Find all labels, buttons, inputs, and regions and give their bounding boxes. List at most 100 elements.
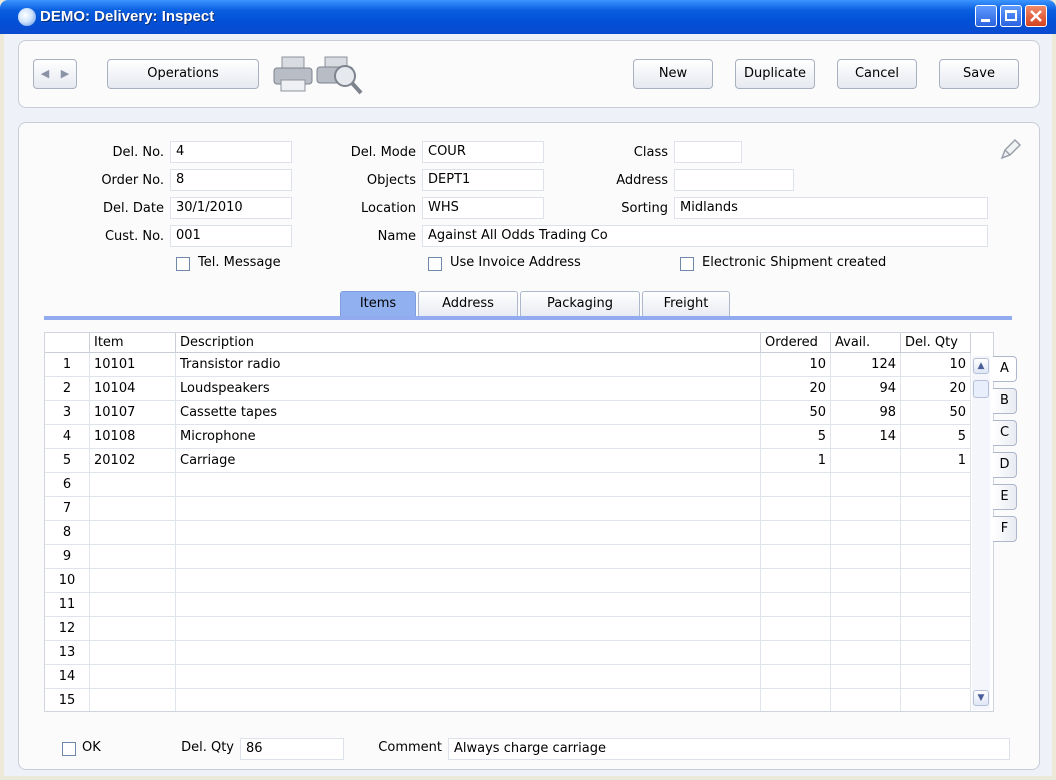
cell-ordered[interactable]: 5	[761, 425, 831, 449]
cust-no-field[interactable]: 001	[170, 225, 292, 247]
cell-item[interactable]: 10108	[90, 425, 176, 449]
printer-icon[interactable]	[271, 53, 315, 95]
del-date-field[interactable]: 30/1/2010	[170, 197, 292, 219]
operations-button[interactable]: Operations	[107, 59, 259, 89]
cell-description[interactable]	[176, 569, 761, 593]
print-preview-icon[interactable]	[315, 51, 365, 97]
cell-description[interactable]	[176, 545, 761, 569]
cell-del-qty[interactable]	[901, 569, 971, 593]
side-tab-a[interactable]: A	[993, 356, 1017, 382]
cell-ordered[interactable]: 20	[761, 377, 831, 401]
cell-del-qty[interactable]: 10	[901, 353, 971, 377]
cell-item[interactable]	[90, 689, 176, 711]
cell-item[interactable]: 10107	[90, 401, 176, 425]
cell-item[interactable]: 10104	[90, 377, 176, 401]
cancel-button[interactable]: Cancel	[837, 59, 917, 89]
objects-field[interactable]: DEPT1	[422, 169, 544, 191]
cell-description[interactable]: Transistor radio	[176, 353, 761, 377]
cell-del-qty[interactable]: 5	[901, 425, 971, 449]
column-header-description[interactable]: Description	[176, 333, 761, 353]
scroll-down-button[interactable]: ▼	[973, 690, 989, 706]
cell-item[interactable]: 20102	[90, 449, 176, 473]
cell-ordered[interactable]	[761, 593, 831, 617]
cell-description[interactable]	[176, 521, 761, 545]
cell-ordered[interactable]: 50	[761, 401, 831, 425]
cell-avail[interactable]: 98	[831, 401, 901, 425]
cell-description[interactable]	[176, 689, 761, 711]
cell-ordered[interactable]	[761, 617, 831, 641]
cell-del-qty[interactable]	[901, 593, 971, 617]
cell-avail[interactable]	[831, 665, 901, 689]
close-button[interactable]	[1025, 5, 1047, 27]
cell-avail[interactable]	[831, 545, 901, 569]
cell-item[interactable]	[90, 665, 176, 689]
cell-description[interactable]: Loudspeakers	[176, 377, 761, 401]
items-grid[interactable]: Item Description Ordered Avail. Del. Qty…	[44, 332, 994, 712]
grid-scrollbar[interactable]: ▲ ▼	[972, 356, 990, 710]
cell-ordered[interactable]	[761, 521, 831, 545]
cell-item[interactable]	[90, 569, 176, 593]
pencil-icon[interactable]	[996, 136, 1024, 164]
side-tab-c[interactable]: C	[993, 420, 1017, 446]
cell-ordered[interactable]	[761, 665, 831, 689]
side-tab-b[interactable]: B	[993, 388, 1017, 414]
footer-del-qty-field[interactable]: 86	[240, 738, 344, 760]
cell-description[interactable]	[176, 641, 761, 665]
tel-message-checkbox[interactable]	[176, 257, 190, 271]
cell-description[interactable]	[176, 497, 761, 521]
cell-item[interactable]	[90, 545, 176, 569]
new-button[interactable]: New	[633, 59, 713, 89]
use-invoice-address-checkbox[interactable]	[428, 257, 442, 271]
column-header-item[interactable]: Item	[90, 333, 176, 353]
comment-field[interactable]: Always charge carriage	[448, 738, 1010, 760]
name-field[interactable]: Against All Odds Trading Co	[422, 225, 988, 247]
del-mode-field[interactable]: COUR	[422, 141, 544, 163]
electronic-shipment-checkbox[interactable]	[680, 257, 694, 271]
cell-del-qty[interactable]: 20	[901, 377, 971, 401]
cell-ordered[interactable]	[761, 569, 831, 593]
tab-freight[interactable]: Freight	[642, 291, 730, 316]
cell-avail[interactable]	[831, 593, 901, 617]
cell-avail[interactable]: 124	[831, 353, 901, 377]
cell-description[interactable]: Microphone	[176, 425, 761, 449]
cell-del-qty[interactable]	[901, 545, 971, 569]
scroll-thumb[interactable]	[973, 380, 989, 398]
cell-item[interactable]	[90, 641, 176, 665]
order-no-field[interactable]: 8	[170, 169, 292, 191]
column-header-del-qty[interactable]: Del. Qty	[901, 333, 971, 353]
sorting-field[interactable]: Midlands	[674, 197, 988, 219]
cell-avail[interactable]: 14	[831, 425, 901, 449]
cell-item[interactable]	[90, 473, 176, 497]
tab-items[interactable]: Items	[340, 291, 416, 316]
cell-ordered[interactable]	[761, 497, 831, 521]
cell-item[interactable]	[90, 593, 176, 617]
cell-avail[interactable]	[831, 641, 901, 665]
maximize-button[interactable]	[1000, 5, 1022, 27]
class-field[interactable]	[674, 141, 742, 163]
tab-address[interactable]: Address	[418, 291, 518, 316]
cell-ordered[interactable]	[761, 473, 831, 497]
cell-ordered[interactable]: 10	[761, 353, 831, 377]
cell-item[interactable]	[90, 521, 176, 545]
side-tab-d[interactable]: D	[993, 452, 1017, 478]
scroll-up-button[interactable]: ▲	[973, 358, 989, 374]
cell-ordered[interactable]: 1	[761, 449, 831, 473]
side-tab-e[interactable]: E	[993, 484, 1017, 510]
cell-del-qty[interactable]	[901, 641, 971, 665]
cell-avail[interactable]	[831, 473, 901, 497]
cell-avail[interactable]	[831, 497, 901, 521]
cell-del-qty[interactable]	[901, 689, 971, 711]
del-no-field[interactable]: 4	[170, 141, 292, 163]
save-button[interactable]: Save	[939, 59, 1019, 89]
cell-del-qty[interactable]: 1	[901, 449, 971, 473]
cell-avail[interactable]	[831, 521, 901, 545]
cell-del-qty[interactable]	[901, 521, 971, 545]
cell-description[interactable]	[176, 665, 761, 689]
cell-description[interactable]	[176, 473, 761, 497]
cell-del-qty[interactable]: 50	[901, 401, 971, 425]
cell-ordered[interactable]	[761, 689, 831, 711]
cell-item[interactable]	[90, 497, 176, 521]
address-field[interactable]	[674, 169, 794, 191]
cell-del-qty[interactable]	[901, 473, 971, 497]
cell-description[interactable]: Carriage	[176, 449, 761, 473]
